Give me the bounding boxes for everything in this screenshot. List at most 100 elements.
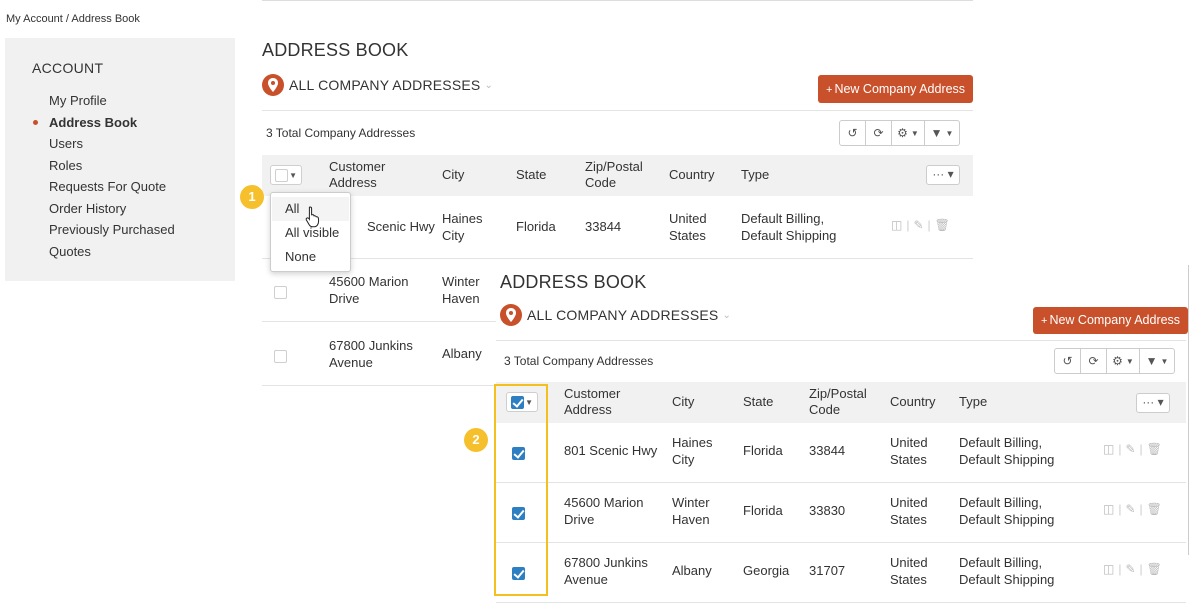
address-book-panel-step2: ADDRESS BOOK ALL COMPANY ADDRESSES ⌄ + Ne… (496, 265, 1191, 605)
col-state[interactable]: State (516, 167, 546, 183)
row-checkbox[interactable] (274, 286, 287, 299)
gear-icon[interactable]: ⚙ ▼ (1107, 349, 1140, 373)
cell-state: Florida (743, 443, 783, 458)
cell-state: Georgia (743, 563, 790, 578)
map-icon[interactable]: ◫ (1103, 562, 1114, 576)
location-pin-icon (500, 304, 522, 326)
col-city[interactable]: City (442, 167, 464, 183)
table-header: ▼ Customer Address City State Zip/Postal… (496, 382, 1186, 423)
sidebar-title: ACCOUNT (32, 60, 104, 76)
cell-zip: 31707 (809, 563, 846, 578)
trash-icon[interactable]: 🗑 (935, 218, 950, 232)
grid-toolbar: ↺ ⟳ ⚙ ▼ ▼ ▼ (839, 120, 960, 146)
col-customer-address[interactable]: Customer Address (329, 159, 409, 191)
row-checkbox[interactable] (274, 350, 287, 363)
table-row[interactable]: Scenic Hwy Haines City Florida 33844 Uni… (262, 196, 973, 259)
sidebar-item-previously-purchased[interactable]: Previously Purchased (49, 219, 175, 241)
menu-item-none[interactable]: None (285, 249, 316, 264)
cell-address: Scenic Hwy (367, 219, 435, 234)
sidebar-item-users[interactable]: Users (49, 133, 175, 155)
sidebar-item-requests-for-quote[interactable]: Requests For Quote (49, 176, 175, 198)
location-filter-label: ALL COMPANY ADDRESSES (527, 307, 719, 323)
sidebar-item-quotes[interactable]: Quotes (49, 241, 175, 263)
breadcrumb: My Account / Address Book (6, 13, 140, 25)
table-row[interactable]: 45600 Marion Drive Winter Haven Florida … (496, 483, 1186, 543)
page-title: ADDRESS BOOK (262, 40, 409, 60)
page-title: ADDRESS BOOK (500, 272, 647, 292)
filter-icon[interactable]: ▼ ▼ (1140, 349, 1174, 373)
cell-state: Florida (516, 219, 556, 234)
col-type[interactable]: Type (959, 394, 987, 410)
undo-icon[interactable]: ↺ (1055, 349, 1081, 373)
trash-icon[interactable]: 🗑 (1147, 442, 1162, 456)
filter-icon[interactable]: ▼ ▼ (925, 121, 959, 145)
cell-type: Default Billing, Default Shipping (741, 211, 837, 243)
trash-icon[interactable]: 🗑 (1147, 562, 1162, 576)
more-columns-button[interactable]: ··· ▾ (926, 165, 960, 185)
sidebar-item-address-book[interactable]: Address Book (33, 112, 175, 134)
col-state[interactable]: State (743, 394, 773, 410)
col-zip[interactable]: Zip/Postal Code (809, 386, 879, 418)
top-divider (262, 0, 973, 1)
map-icon[interactable]: ◫ (1103, 442, 1114, 456)
total-count: 3 Total Company Addresses (504, 354, 654, 368)
divider (496, 340, 1186, 341)
row-actions: ◫ | ✎ | 🗑 (1103, 442, 1162, 456)
select-all-checkbox[interactable] (275, 169, 288, 182)
pencil-icon[interactable]: ✎ (1125, 442, 1135, 456)
select-all-dropdown[interactable]: ▼ (270, 165, 302, 185)
cell-city: Winter Haven (442, 274, 480, 306)
table-row[interactable]: 801 Scenic Hwy Haines City Florida 33844… (496, 423, 1186, 483)
cell-address: 801 Scenic Hwy (564, 443, 658, 458)
step-1-callout: 1 (240, 185, 264, 209)
cell-type: Default Billing, Default Shipping (959, 555, 1055, 587)
cell-city: Haines City (442, 211, 483, 243)
location-filter-label: ALL COMPANY ADDRESSES (289, 77, 481, 93)
cell-type: Default Billing, Default Shipping (959, 495, 1055, 527)
new-company-address-button[interactable]: + New Company Address (818, 75, 974, 103)
menu-item-all[interactable]: All (285, 201, 299, 216)
cell-zip: 33830 (809, 503, 846, 518)
location-pin-icon (262, 74, 284, 96)
location-filter[interactable]: ALL COMPANY ADDRESSES ⌄ (262, 73, 493, 97)
select-menu: All All visible None (270, 192, 351, 272)
new-company-address-button[interactable]: + New Company Address (1033, 307, 1189, 334)
refresh-icon[interactable]: ⟳ (866, 121, 892, 145)
col-country[interactable]: Country (669, 167, 715, 183)
map-icon[interactable]: ◫ (891, 218, 902, 232)
account-sidebar: ACCOUNT My Profile Address Book Users Ro… (5, 38, 235, 281)
col-customer-address[interactable]: Customer Address (564, 386, 644, 418)
map-icon[interactable]: ◫ (1103, 502, 1114, 516)
cell-address: 45600 Marion Drive (564, 495, 644, 527)
cell-zip: 33844 (585, 219, 622, 234)
col-zip[interactable]: Zip/Postal Code (585, 159, 655, 191)
pencil-icon[interactable]: ✎ (1125, 502, 1135, 516)
cell-city: Haines City (672, 435, 713, 467)
hand-cursor-icon (305, 206, 320, 228)
grid-toolbar: ↺ ⟳ ⚙ ▼ ▼ ▼ (1054, 348, 1175, 374)
gear-icon[interactable]: ⚙ ▼ (892, 121, 925, 145)
sidebar-item-my-profile[interactable]: My Profile (49, 90, 175, 112)
table-row[interactable]: 67800 Junkins Avenue Albany Georgia 3170… (496, 543, 1186, 603)
cell-city: Albany (672, 563, 712, 578)
cell-address: 67800 Junkins Avenue (329, 338, 413, 370)
col-city[interactable]: City (672, 394, 694, 410)
more-columns-button[interactable]: ··· ▾ (1136, 393, 1170, 413)
cell-city: Winter Haven (672, 495, 710, 527)
row-actions: ◫ | ✎ | 🗑 (1103, 562, 1162, 576)
refresh-icon[interactable]: ⟳ (1081, 349, 1107, 373)
undo-icon[interactable]: ↺ (840, 121, 866, 145)
pencil-icon[interactable]: ✎ (1125, 562, 1135, 576)
trash-icon[interactable]: 🗑 (1147, 502, 1162, 516)
cell-address: 67800 Junkins Avenue (564, 555, 648, 587)
col-country[interactable]: Country (890, 394, 936, 410)
sidebar-item-roles[interactable]: Roles (49, 155, 175, 177)
col-type[interactable]: Type (741, 167, 769, 183)
location-filter[interactable]: ALL COMPANY ADDRESSES ⌄ (500, 303, 731, 327)
caret-down-icon: ▼ (289, 171, 297, 180)
cell-country: United States (890, 555, 928, 587)
checkbox-column-highlight (494, 384, 548, 596)
cell-zip: 33844 (809, 443, 846, 458)
pencil-icon[interactable]: ✎ (913, 218, 923, 232)
sidebar-item-order-history[interactable]: Order History (49, 198, 175, 220)
